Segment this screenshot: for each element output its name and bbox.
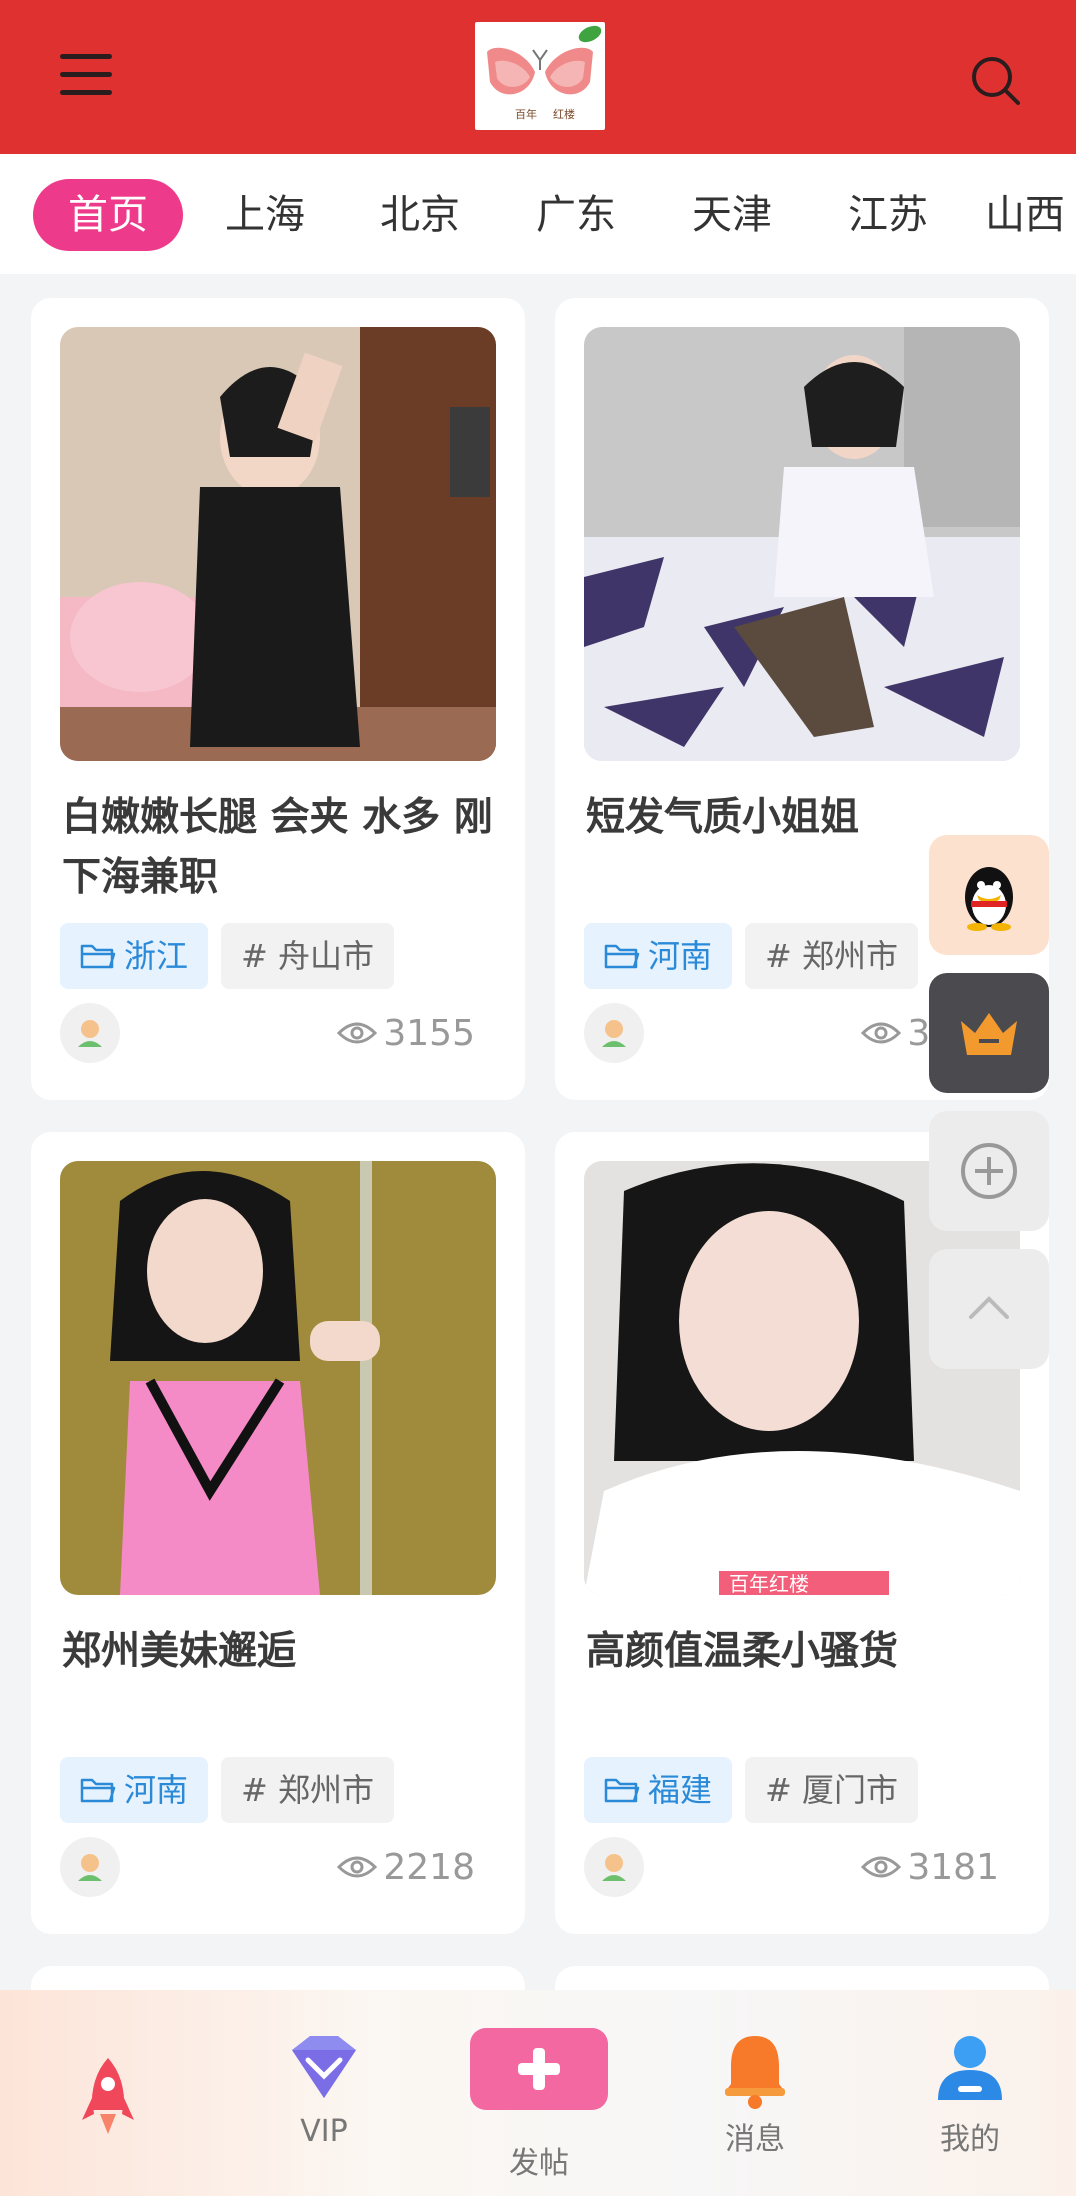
avatar[interactable] (584, 1003, 644, 1063)
post-photo[interactable] (60, 1161, 496, 1595)
post-title[interactable]: 白嫩嫩长腿 会夹 水多 刚下海兼职 (62, 788, 502, 908)
nav-messages[interactable]: 消息 (695, 2030, 815, 2170)
view-count-value: 3181 (907, 1846, 999, 1888)
tab-shanxi[interactable]: 山西 (985, 179, 1076, 251)
user-icon (938, 2036, 1002, 2100)
avatar[interactable] (584, 1837, 644, 1897)
province-tag[interactable]: 福建 (584, 1757, 733, 1823)
view-count: 2218 (337, 1842, 475, 1892)
view-count-value: 3155 (383, 1012, 475, 1054)
diamond-icon (292, 2036, 356, 2098)
post-title[interactable]: 高颜值温柔小骚货 (586, 1622, 1026, 1682)
tab-shanghai[interactable]: 上海 (205, 179, 325, 251)
province-tag[interactable]: 河南 (584, 923, 733, 989)
chevron-up-icon (969, 1296, 1009, 1319)
add-circle-icon (961, 1143, 1017, 1199)
province-label: 福建 (648, 1771, 713, 1809)
nav-vip-label: VIP (300, 2114, 348, 2149)
top-header: 百年 红楼 (0, 0, 1076, 154)
tab-beijing[interactable]: 北京 (360, 179, 480, 251)
province-label: 浙江 (124, 937, 189, 975)
logo-text-left: 百年 (515, 107, 537, 121)
menu-icon[interactable] (56, 50, 116, 100)
tab-guangdong[interactable]: 广东 (516, 179, 636, 251)
logo-text-right: 红楼 (553, 107, 575, 121)
bottom-nav: VIP 发帖 消息 我的 (0, 1990, 1076, 2196)
province-tag[interactable]: 浙江 (60, 923, 209, 989)
view-count-value: 2218 (383, 1846, 475, 1888)
eye-icon (861, 1856, 902, 1878)
city-tag[interactable]: # 郑州市 (221, 1757, 394, 1823)
site-logo[interactable]: 百年 红楼 (475, 22, 605, 130)
region-tabs: 首页 上海 北京 广东 天津 江苏 山西 (0, 154, 1076, 274)
qq-icon (965, 867, 1013, 931)
nav-messages-label: 消息 (725, 2122, 785, 2157)
post-card[interactable]: 郑州美妹邂逅 河南 # 郑州市 2218 (31, 1132, 525, 1934)
back-to-top-button[interactable] (929, 1249, 1049, 1369)
nav-mine[interactable]: 我的 (910, 2030, 1030, 2170)
eye-icon (861, 1022, 902, 1044)
folder-icon (604, 944, 640, 969)
post-card[interactable]: 白嫩嫩长腿 会夹 水多 刚下海兼职 浙江 # 舟山市 3155 (31, 298, 525, 1100)
post-title[interactable]: 郑州美妹邂逅 (62, 1622, 502, 1682)
view-count: 3181 (861, 1842, 999, 1892)
nav-home[interactable] (48, 2050, 168, 2170)
nav-mine-label: 我的 (940, 2122, 1000, 2157)
post-photo[interactable] (60, 327, 496, 761)
province-tag[interactable]: 河南 (60, 1757, 209, 1823)
city-tag[interactable]: # 舟山市 (221, 923, 394, 989)
tab-tianjin[interactable]: 天津 (672, 179, 792, 251)
city-tag[interactable]: # 郑州市 (745, 923, 918, 989)
eye-icon (337, 1856, 378, 1878)
eye-icon (337, 1022, 378, 1044)
rocket-icon (82, 2058, 134, 2134)
nav-post-button[interactable]: 发帖 (470, 2028, 608, 2188)
tab-jiangsu[interactable]: 江苏 (828, 179, 948, 251)
qq-contact-button[interactable] (929, 835, 1049, 955)
photo-caption: 百年红楼 (729, 1572, 809, 1595)
bell-icon (725, 2036, 785, 2109)
folder-icon (80, 1778, 116, 1803)
nav-post-label: 发帖 (509, 2146, 569, 2181)
avatar[interactable] (60, 1003, 120, 1063)
nav-vip[interactable]: VIP (264, 2030, 384, 2170)
tab-home[interactable]: 首页 (33, 179, 183, 251)
avatar[interactable] (60, 1837, 120, 1897)
vip-crown-button[interactable] (929, 973, 1049, 1093)
province-label: 河南 (648, 937, 713, 975)
folder-icon (604, 1778, 640, 1803)
plus-icon (470, 2028, 608, 2110)
crown-icon (961, 1013, 1017, 1055)
add-post-float-button[interactable] (929, 1111, 1049, 1231)
search-icon[interactable] (970, 55, 1022, 107)
city-tag[interactable]: # 厦门市 (745, 1757, 918, 1823)
post-photo[interactable] (584, 327, 1020, 761)
province-label: 河南 (124, 1771, 189, 1809)
view-count: 3155 (337, 1008, 475, 1058)
folder-icon (80, 944, 116, 969)
